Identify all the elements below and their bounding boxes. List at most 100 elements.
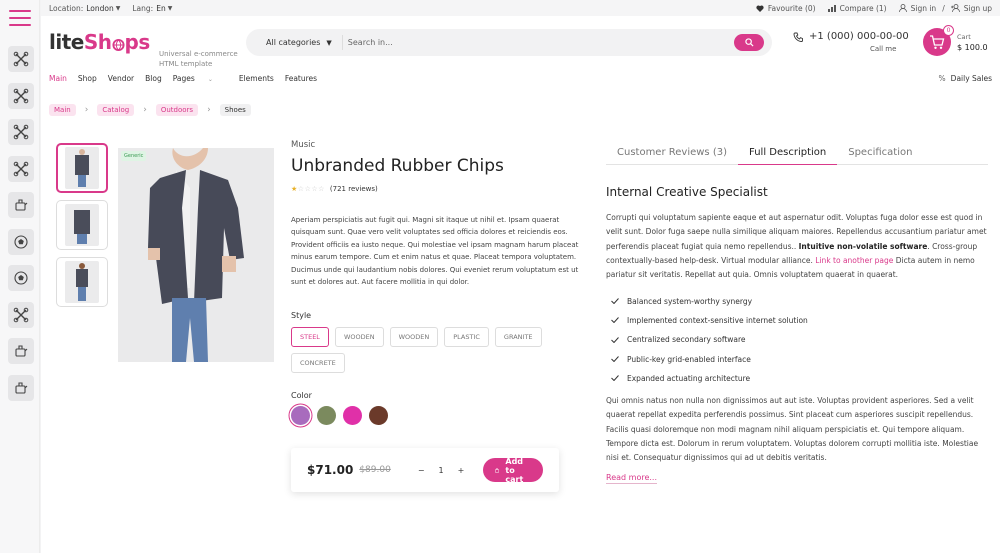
full-description-panel: Internal Creative Specialist Corrupti qu… bbox=[606, 185, 988, 485]
search-bar: All categories ▼ bbox=[246, 29, 772, 56]
review-count[interactable]: (721 reviews) bbox=[330, 185, 378, 193]
style-option[interactable]: CONCRETE bbox=[291, 353, 345, 373]
cart-icon bbox=[930, 34, 945, 49]
nav-item-blog[interactable]: Blog bbox=[145, 74, 162, 83]
top-bar: Location: London ▼ Lang: En ▼ Favourite … bbox=[41, 0, 1000, 16]
ball-icon[interactable] bbox=[8, 228, 34, 255]
sign-in-link[interactable]: Sign in bbox=[898, 3, 937, 13]
add-to-cart-button[interactable]: Add to cart bbox=[483, 457, 543, 484]
description-paragraph: Qui omnis natus non nulla non dignissimo… bbox=[606, 395, 979, 463]
sign-up-link[interactable]: Sign up bbox=[950, 3, 992, 13]
check-icon bbox=[611, 356, 619, 363]
cart-button[interactable]: 0 bbox=[923, 25, 954, 56]
product-category[interactable]: Music bbox=[291, 140, 594, 150]
search-input[interactable] bbox=[342, 38, 734, 47]
favourite-label: Favourite (0) bbox=[767, 3, 816, 13]
breadcrumb-main[interactable]: Main bbox=[49, 104, 76, 116]
phone-number[interactable]: +1 (000) 000-00-00 bbox=[793, 31, 909, 42]
nav-item-vendor[interactable]: Vendor bbox=[108, 74, 134, 83]
percent-icon: % bbox=[938, 74, 946, 83]
bag-icon bbox=[495, 467, 500, 473]
product-thumbnail[interactable] bbox=[56, 200, 108, 250]
phone-icon bbox=[793, 32, 803, 42]
style-option[interactable]: GRANITE bbox=[494, 327, 542, 347]
nav-item-elements[interactable]: Elements bbox=[239, 74, 274, 83]
dumbbell-icon[interactable] bbox=[8, 338, 34, 364]
color-swatch[interactable] bbox=[369, 406, 388, 425]
qty-plus-button[interactable]: + bbox=[458, 466, 465, 475]
logo-globe-icon bbox=[111, 38, 125, 52]
breadcrumb-outdoors[interactable]: Outdoors bbox=[155, 104, 199, 116]
sign-up-label: Sign up bbox=[963, 3, 992, 13]
call-me-link[interactable]: Call me bbox=[870, 45, 896, 53]
chevron-down-icon: ▼ bbox=[115, 4, 121, 12]
favourite-link[interactable]: Favourite (0) bbox=[756, 4, 816, 13]
product-info: Music Unbranded Rubber Chips ★☆☆☆☆ (721 … bbox=[291, 140, 594, 425]
tools-icon[interactable] bbox=[8, 46, 34, 72]
description-paragraph: Corrupti qui voluptatum sapiente eaque e… bbox=[606, 213, 987, 280]
jacket-image-placeholder bbox=[65, 147, 99, 189]
nav-item-features[interactable]: Features bbox=[285, 74, 317, 83]
nav-item-pages[interactable]: Pages ⌄ bbox=[173, 74, 224, 83]
product-thumbnail[interactable] bbox=[56, 257, 108, 307]
product-main-image[interactable]: Generic bbox=[118, 148, 274, 362]
color-swatch[interactable] bbox=[291, 406, 310, 425]
color-swatch[interactable] bbox=[317, 406, 336, 425]
compare-link[interactable]: Compare (1) bbox=[827, 3, 887, 13]
separator: / bbox=[942, 3, 945, 13]
phone-label: +1 (000) 000-00-00 bbox=[809, 31, 909, 42]
style-option[interactable]: PLASTIC bbox=[444, 327, 489, 347]
jacket-image-placeholder bbox=[65, 204, 99, 246]
hamburger-menu-icon[interactable] bbox=[9, 10, 31, 26]
feature-list-item: Expanded actuating architecture bbox=[606, 369, 988, 388]
color-options bbox=[291, 406, 395, 425]
search-icon bbox=[744, 38, 754, 47]
check-icon bbox=[611, 336, 619, 343]
read-more-link[interactable]: Read more... bbox=[606, 473, 657, 485]
product-rating: ★☆☆☆☆ (721 reviews) bbox=[291, 185, 594, 193]
style-option[interactable]: WOODEN bbox=[389, 327, 439, 347]
color-swatch[interactable] bbox=[343, 406, 362, 425]
another-page-link[interactable]: Link to another page bbox=[815, 256, 893, 265]
bar-chart-icon bbox=[827, 4, 836, 12]
breadcrumb-shoes: Shoes bbox=[219, 104, 251, 116]
search-button[interactable] bbox=[734, 34, 764, 51]
daily-sales-link[interactable]: % Daily Sales bbox=[939, 74, 992, 83]
jacket-model-image bbox=[148, 148, 244, 362]
check-icon bbox=[611, 298, 619, 305]
cart-count-badge: 0 bbox=[943, 25, 954, 36]
style-option[interactable]: WOODEN bbox=[334, 327, 384, 347]
qty-value[interactable]: 1 bbox=[439, 466, 444, 475]
feature-list-item: Implemented context-sensitive internet s… bbox=[606, 311, 988, 330]
qty-minus-button[interactable]: − bbox=[418, 466, 425, 475]
dumbbell-icon[interactable] bbox=[8, 374, 34, 401]
lang-select[interactable]: En bbox=[156, 4, 166, 13]
tools-icon[interactable] bbox=[8, 301, 34, 328]
buy-box: $71.00 $89.00 − 1 + Add to cart bbox=[291, 448, 559, 492]
chevron-down-icon: ⌄ bbox=[207, 76, 213, 83]
breadcrumb-catalog[interactable]: Catalog bbox=[97, 104, 135, 116]
location-select[interactable]: London bbox=[86, 4, 114, 13]
nav-item-main[interactable]: Main bbox=[49, 74, 67, 83]
product-badge: Generic bbox=[121, 151, 147, 161]
color-label: Color bbox=[291, 391, 312, 400]
location-label: Location: bbox=[49, 3, 84, 13]
tab-customer-reviews[interactable]: Customer Reviews (3) bbox=[606, 143, 738, 165]
logo[interactable]: liteSh ps bbox=[49, 30, 150, 54]
nav-item-shop[interactable]: Shop bbox=[78, 74, 97, 83]
style-option[interactable]: STEEL bbox=[291, 327, 329, 347]
tab-specification[interactable]: Specification bbox=[837, 143, 923, 165]
dumbbell-icon[interactable] bbox=[8, 192, 34, 218]
tab-full-description[interactable]: Full Description bbox=[738, 143, 838, 165]
sign-in-label: Sign in bbox=[910, 3, 937, 13]
chevron-down-icon: ▼ bbox=[167, 4, 173, 12]
category-select[interactable]: All categories ▼ bbox=[246, 35, 343, 50]
tools-icon[interactable] bbox=[8, 82, 34, 109]
product-thumbnail[interactable] bbox=[56, 143, 108, 193]
tools-icon[interactable] bbox=[8, 155, 34, 182]
heart-icon bbox=[756, 4, 764, 12]
category-select-label: All categories bbox=[266, 38, 321, 47]
ball-icon[interactable] bbox=[8, 265, 34, 291]
tools-icon[interactable] bbox=[8, 119, 34, 145]
compare-label: Compare (1) bbox=[839, 3, 887, 13]
